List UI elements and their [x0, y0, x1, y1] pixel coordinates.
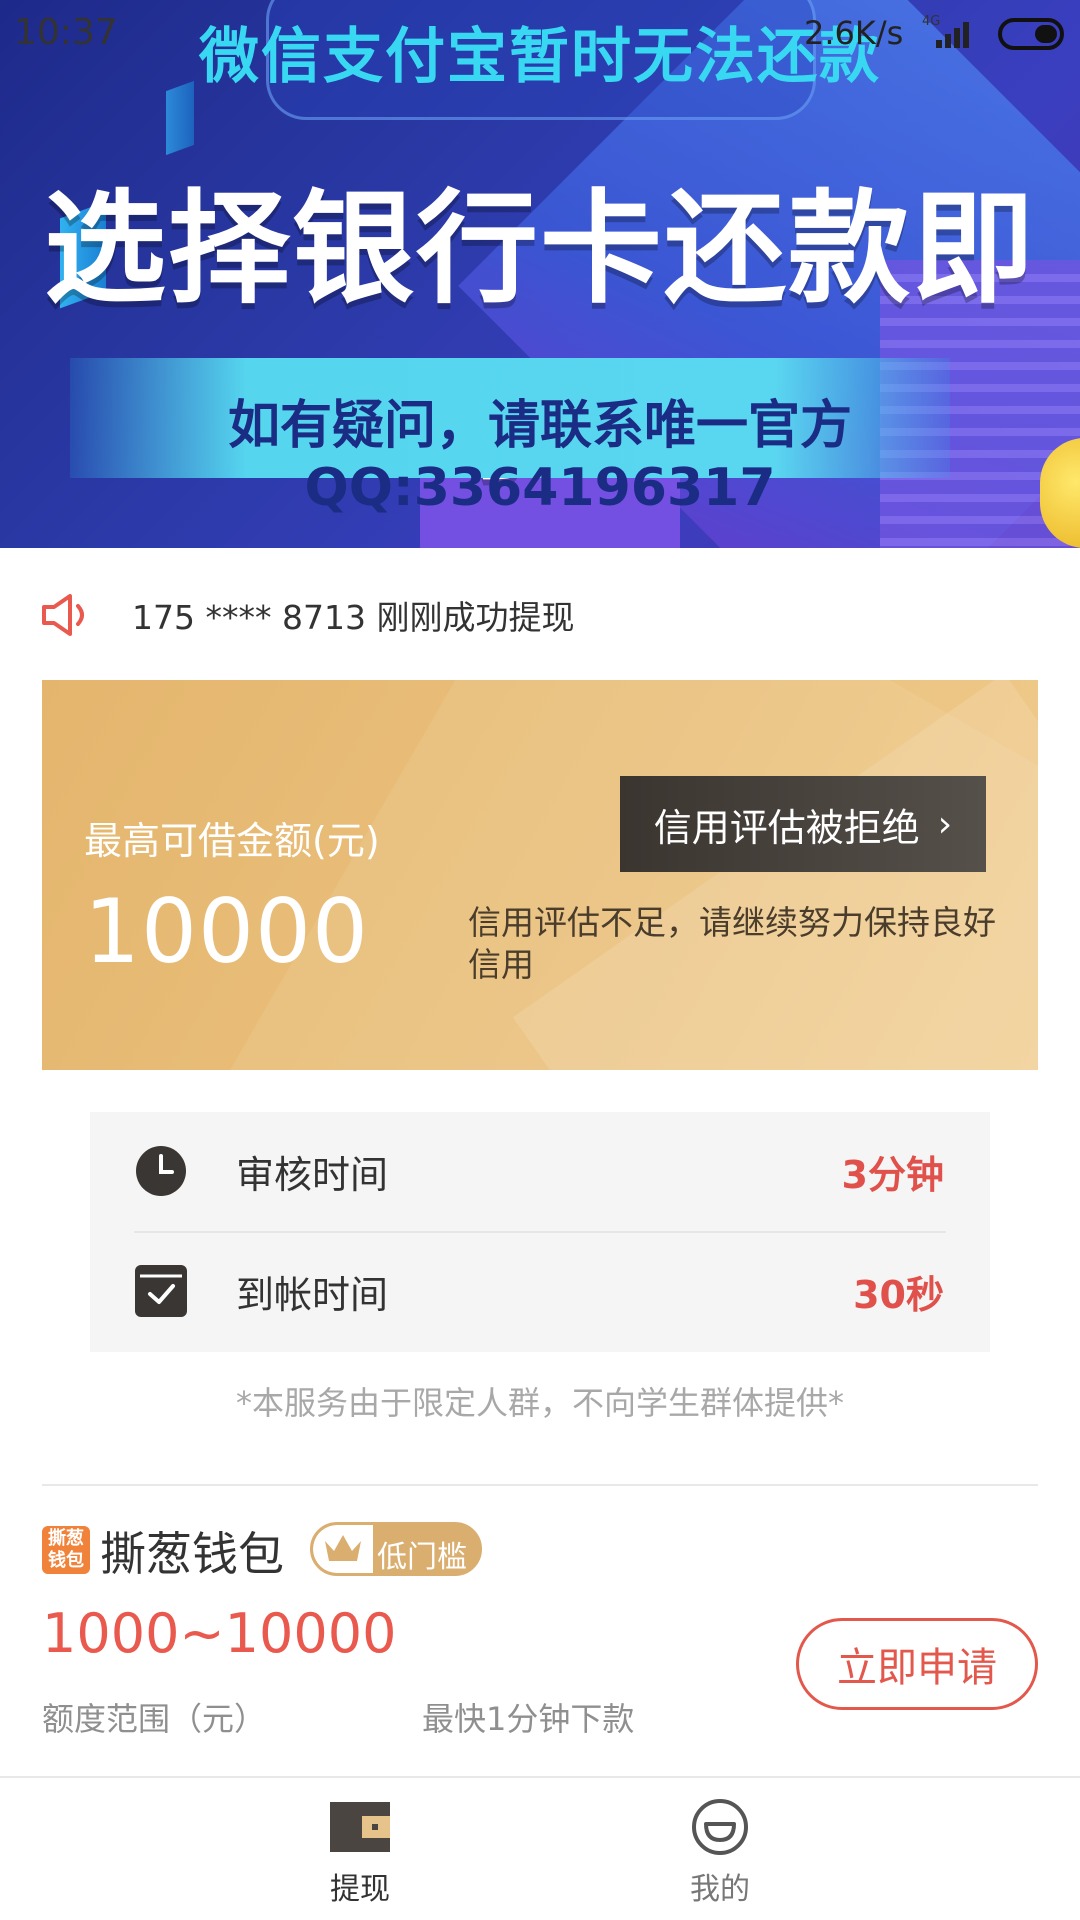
- review-time-value: 3分钟: [841, 1152, 944, 1197]
- withdraw-notice: 175 **** 8713 刚刚成功提现: [40, 580, 1040, 650]
- clock-icon: [136, 1146, 186, 1196]
- student-disclaimer: *本服务由于限定人群，不向学生群体提供*: [235, 1384, 844, 1422]
- promo-banner[interactable]: 微信支付宝暂时无法还款 选择银行卡还款即可！ 如有疑问，请联系唯一官方QQ:33…: [0, 0, 1080, 548]
- divider: [42, 1484, 1038, 1486]
- bottom-nav: 提现 我的: [0, 1776, 1080, 1920]
- review-time-label: 审核时间: [236, 1152, 389, 1197]
- credit-range-label: 额度范围（元）: [42, 1700, 267, 1738]
- banner-contact-text: 如有疑问，请联系唯一官方QQ:3364196317: [227, 396, 852, 518]
- badge-text: 低门槛: [377, 1540, 467, 1575]
- credit-range-value: 1000~10000: [42, 1602, 397, 1665]
- notice-text: 175 **** 8713 刚刚成功提现: [132, 598, 575, 637]
- tab-withdraw[interactable]: 提现: [260, 1778, 460, 1920]
- tab-mine[interactable]: 我的: [620, 1778, 820, 1920]
- review-time-row: 审核时间 3分钟: [90, 1112, 990, 1230]
- arrival-time-row: 到帐时间 30秒: [90, 1232, 990, 1350]
- status-network-speed: 2.6K/s: [804, 14, 904, 52]
- tab-mine-label: 我的: [690, 1872, 750, 1907]
- timing-info-panel: 审核时间 3分钟 到帐时间 30秒: [90, 1112, 990, 1352]
- checkbox-icon: [135, 1265, 187, 1317]
- arrival-time-value: 30秒: [853, 1272, 944, 1317]
- credit-rejected-label: 信用评估被拒绝: [653, 805, 920, 850]
- product-logo: 撕葱钱包: [42, 1526, 90, 1574]
- product-name: 撕葱钱包: [100, 1527, 284, 1581]
- wallet-icon: [330, 1802, 390, 1852]
- speaker-icon: [42, 594, 84, 636]
- status-time: 10:37: [14, 12, 118, 53]
- smiley-icon: [692, 1799, 748, 1855]
- payout-speed: 最快1分钟下款: [422, 1700, 635, 1738]
- credit-limit-card: 最高可借金额(元) 10000 信用评估被拒绝 › 信用评估不足，请继续努力保持…: [42, 680, 1038, 1070]
- status-bar: 10:37 2.6K/s 4G: [0, 0, 1080, 66]
- crown-badge-bg: [313, 1525, 373, 1573]
- signal-icon: 4G: [922, 14, 978, 50]
- credit-limit-amount: 10000: [84, 880, 369, 983]
- apply-now-button[interactable]: 立即申请: [796, 1618, 1038, 1710]
- product-card[interactable]: 撕葱钱包 撕葱钱包 低门槛 1000~10000 额度范围（元） 最快1分钟下款…: [42, 1510, 1038, 1750]
- credit-note: 信用评估不足，请继续努力保持良好信用: [468, 903, 996, 984]
- credit-limit-label: 最高可借金额(元): [84, 819, 380, 863]
- tab-withdraw-label: 提现: [330, 1872, 390, 1907]
- credit-rejected-button[interactable]: 信用评估被拒绝 ›: [620, 776, 986, 872]
- crown-icon: [325, 1535, 361, 1561]
- battery-icon: [998, 18, 1064, 50]
- low-threshold-badge: 低门槛: [310, 1522, 482, 1576]
- arrival-time-label: 到帐时间: [236, 1272, 389, 1317]
- chevron-right-icon: ›: [937, 803, 953, 845]
